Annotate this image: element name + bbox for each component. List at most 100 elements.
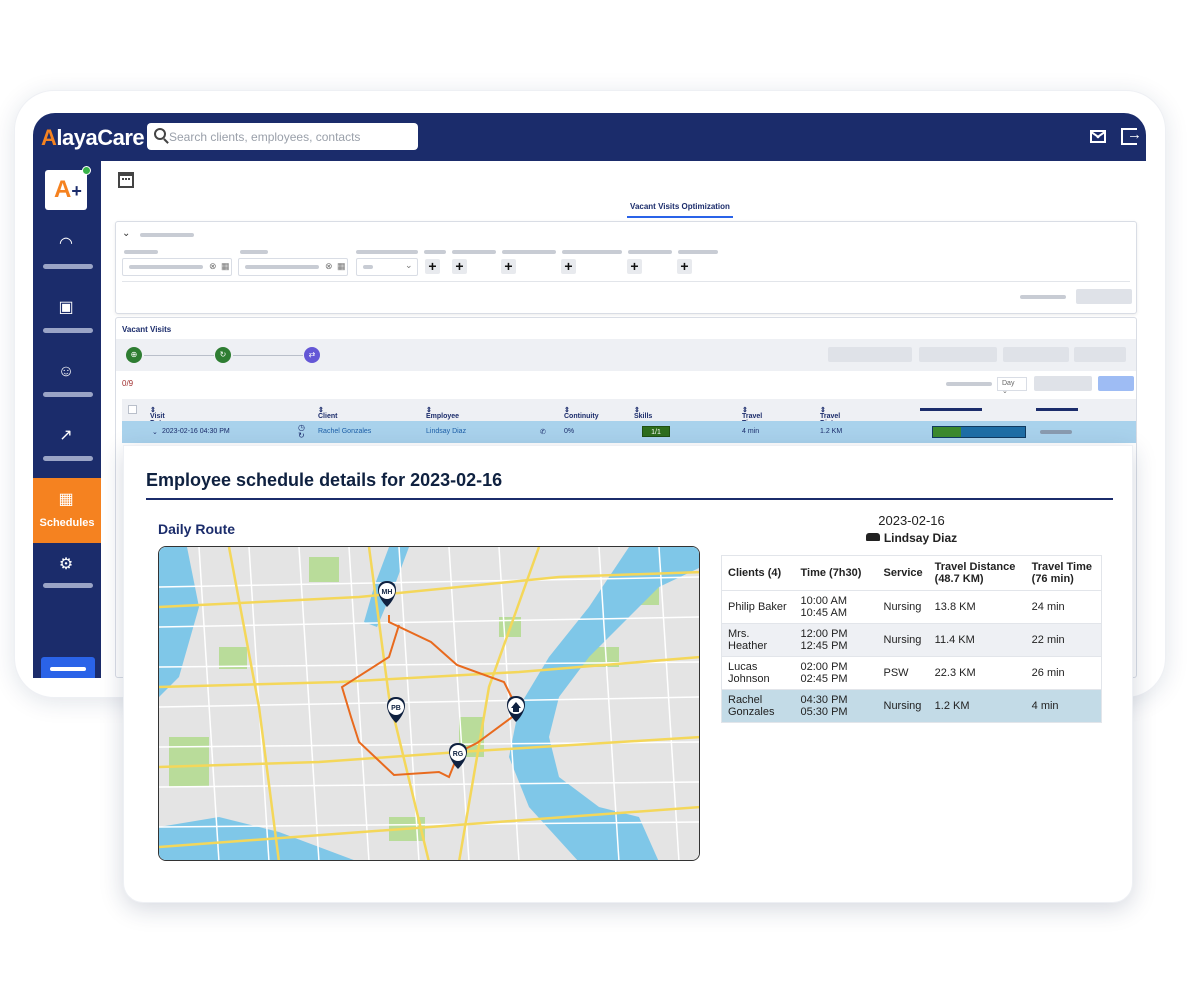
- day-select[interactable]: Day ⌄: [997, 377, 1027, 395]
- chevron-down-icon[interactable]: ⌄: [122, 228, 130, 239]
- add-filter-button[interactable]: +: [501, 259, 516, 274]
- col-visit-date[interactable]: Visit Date ⇕: [150, 406, 165, 427]
- col-label: Client: [318, 413, 338, 420]
- sidebar-item-dashboard[interactable]: ◠: [33, 226, 101, 290]
- add-filter-button[interactable]: +: [452, 259, 467, 274]
- sidebar-item-employees[interactable]: ☺: [33, 354, 101, 418]
- reset-button-placeholder[interactable]: [1020, 295, 1066, 299]
- filter-select[interactable]: ⌄: [356, 258, 418, 276]
- search-box[interactable]: [147, 123, 418, 150]
- settings-filter-button[interactable]: [1003, 347, 1069, 362]
- col-label: Employee: [426, 413, 460, 420]
- phone-icon[interactable]: ✆: [540, 428, 546, 436]
- step-assign-icon[interactable]: ↻: [215, 347, 231, 363]
- sidebar-action-button[interactable]: [41, 657, 95, 678]
- tab-vacant-visits-optimization[interactable]: Vacant Visits Optimization: [627, 196, 733, 218]
- table-row[interactable]: Mrs. Heather 12:00 PM 12:45 PM Nursing 11…: [721, 623, 1102, 657]
- schedule-table-header: Clients (4) Time (7h30) Service Travel D…: [722, 556, 1102, 591]
- cell-time: 04:30 PM 05:30 PM: [794, 689, 878, 723]
- step-optimize-icon[interactable]: ⇄: [304, 347, 320, 363]
- score-bar-fill: [933, 427, 961, 437]
- col-travel-distance[interactable]: Travel Distance ⇕: [820, 406, 849, 427]
- pin-mh-label: MH: [382, 589, 393, 596]
- chevron-down-icon[interactable]: ⌄: [152, 428, 158, 436]
- cell-travel-time: 22 min: [1025, 623, 1102, 657]
- col-travel-time[interactable]: Travel Time ⇕: [742, 406, 762, 427]
- contact-card-icon: ▣: [58, 299, 74, 316]
- add-filter-button[interactable]: +: [677, 259, 692, 274]
- cell-client: Mrs. Heather: [721, 623, 795, 657]
- schedule-table: Clients (4) Time (7h30) Service Travel D…: [721, 555, 1102, 723]
- cell-client: Rachel Gonzales: [721, 689, 795, 723]
- sidebar-item-settings[interactable]: ⚙: [33, 547, 101, 611]
- col-employee[interactable]: Employee ⇕: [426, 406, 459, 420]
- col-score-placeholder[interactable]: [920, 408, 982, 411]
- database-filter-button[interactable]: [919, 347, 997, 362]
- sidebar-item-reports[interactable]: ↗: [33, 418, 101, 482]
- logo-initial: A: [41, 125, 57, 150]
- sidebar-label-placeholder: [43, 328, 93, 333]
- end-date-input[interactable]: ⊗ ▦: [238, 258, 348, 276]
- org-logo-icon: A+: [54, 176, 82, 203]
- row-employee[interactable]: Lindsay Diaz: [426, 428, 466, 435]
- search-filter-button[interactable]: [828, 347, 912, 362]
- sidebar-label-placeholder: [43, 456, 93, 461]
- search-input[interactable]: [169, 127, 409, 146]
- add-filter-button[interactable]: +: [627, 259, 642, 274]
- cell-time: 02:00 PM 02:45 PM: [794, 656, 878, 690]
- cell-travel-time: 24 min: [1025, 590, 1102, 624]
- calendar-icon[interactable]: ▦: [221, 261, 230, 272]
- field-label-placeholder: [452, 250, 496, 254]
- mail-icon[interactable]: [1090, 130, 1106, 143]
- table-row[interactable]: ⌄ 2023-02-16 04:30 PM ◷ ↻ Rachel Gonzales…: [122, 421, 1136, 443]
- employee-name: Lindsay Diaz: [883, 531, 958, 545]
- app-logo[interactable]: AlayaCare: [41, 125, 145, 151]
- table-row[interactable]: Philip Baker 10:00 AM 10:45 AM Nursing 13…: [721, 590, 1102, 624]
- logout-icon[interactable]: [1121, 126, 1142, 145]
- step-search-icon[interactable]: ⊕: [126, 347, 142, 363]
- sidebar-item-clients[interactable]: ▣: [33, 290, 101, 354]
- row-continuity: 0%: [564, 428, 575, 435]
- cell-time: 10:00 AM 10:45 AM: [794, 590, 878, 624]
- optimize-button[interactable]: [1098, 376, 1134, 391]
- details-title: Employee schedule details for 2023-02-16: [146, 470, 503, 490]
- list-filter-button[interactable]: [1074, 347, 1126, 362]
- calendar-icon[interactable]: [118, 172, 134, 188]
- field-label-placeholder: [562, 250, 622, 254]
- sidebar-item-schedules[interactable]: ▦ Schedules: [33, 478, 101, 543]
- add-filter-button[interactable]: +: [425, 259, 440, 274]
- daily-route-title: Daily Route: [158, 521, 236, 537]
- time-end: 05:30 PM: [800, 706, 848, 718]
- row-travel-time: 4 min: [742, 428, 760, 435]
- col-extra-placeholder[interactable]: [1036, 408, 1078, 411]
- col-service: Service: [883, 567, 923, 579]
- skills-badge: 1/1: [642, 426, 670, 437]
- step-connector: [233, 355, 303, 356]
- send-button[interactable]: [1034, 376, 1092, 391]
- org-avatar[interactable]: A+: [45, 166, 91, 210]
- field-label-placeholder: [424, 250, 446, 254]
- sidebar-item-label: Schedules: [39, 517, 95, 529]
- calendar-icon[interactable]: ▦: [337, 261, 346, 272]
- row-client[interactable]: Rachel Gonzales: [318, 428, 371, 435]
- start-date-input[interactable]: ⊗ ▦: [122, 258, 232, 276]
- table-row-selected[interactable]: Rachel Gonzales 04:30 PM 05:30 PM Nursing…: [721, 689, 1102, 723]
- clock-sync-icon: ◷ ↻: [298, 423, 305, 440]
- schedule-date: 2023-02-16: [878, 513, 945, 528]
- cell-client: Philip Baker: [721, 590, 795, 624]
- table-row[interactable]: Lucas Johnson 02:00 PM 02:45 PM PSW 22.3 …: [721, 656, 1102, 690]
- add-filter-button[interactable]: +: [561, 259, 576, 274]
- input-value-placeholder: [129, 265, 203, 269]
- panel-title-placeholder: [140, 233, 194, 237]
- col-continuity[interactable]: Continuity ⇕: [564, 406, 599, 420]
- col-client[interactable]: Client ⇕: [318, 406, 337, 420]
- sidebar-label-placeholder: [43, 583, 93, 588]
- field-label-placeholder: [502, 250, 556, 254]
- select-all-checkbox[interactable]: [128, 405, 137, 414]
- online-status-dot: [82, 166, 91, 175]
- route-map[interactable]: MH PB RG: [158, 546, 700, 861]
- clear-icon[interactable]: ⊗: [209, 261, 217, 272]
- apply-button[interactable]: [1076, 289, 1132, 304]
- clear-icon[interactable]: ⊗: [325, 261, 333, 272]
- col-skills[interactable]: Skills ⇕: [634, 406, 652, 420]
